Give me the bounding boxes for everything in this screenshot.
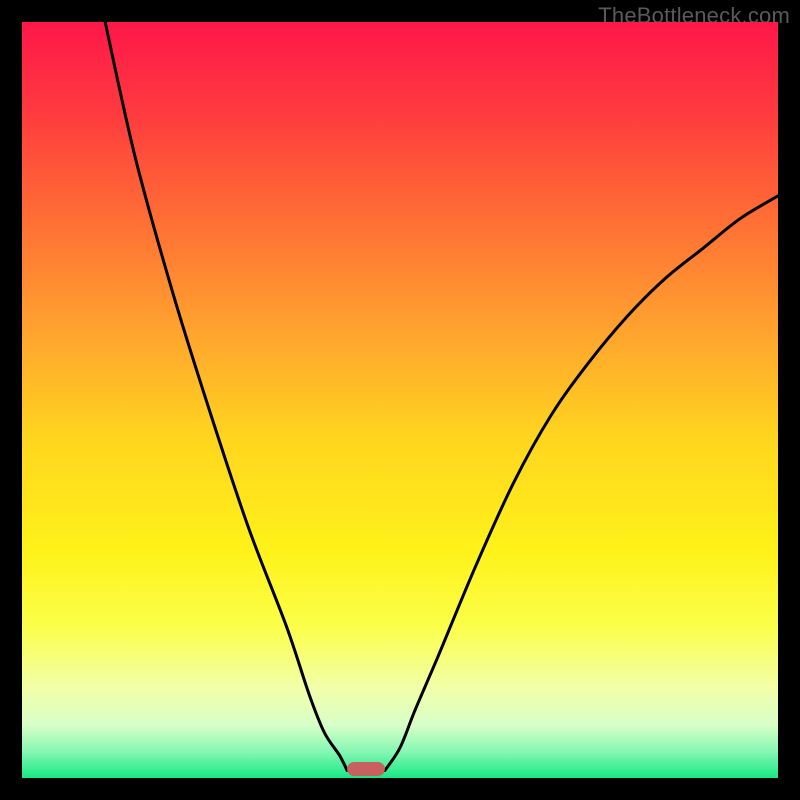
plot-area (22, 22, 778, 778)
chart-frame: TheBottleneck.com (0, 0, 800, 800)
chart-svg (22, 22, 778, 778)
bottleneck-marker (347, 762, 385, 776)
